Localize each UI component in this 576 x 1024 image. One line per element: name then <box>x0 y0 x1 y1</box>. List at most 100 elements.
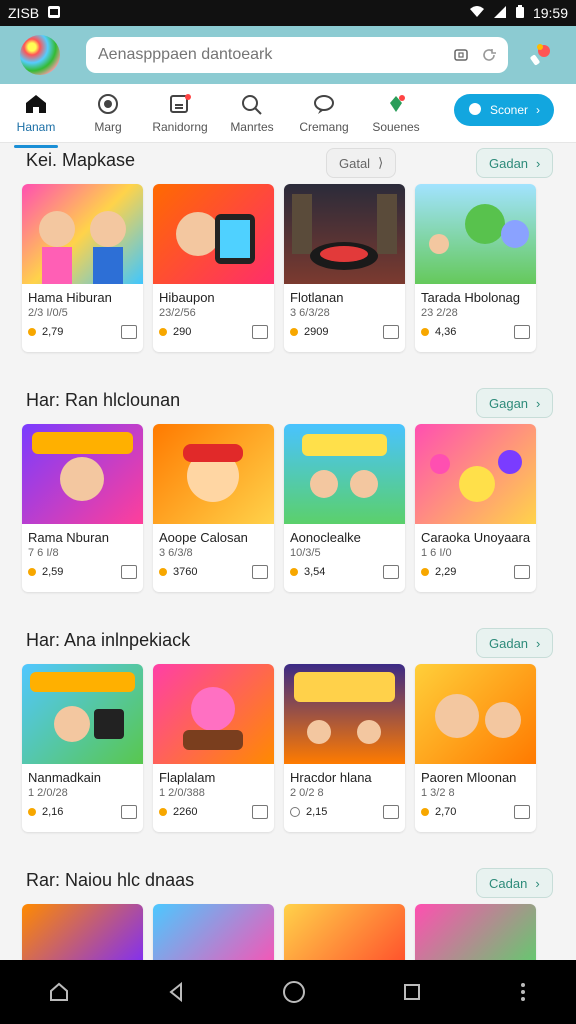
section-4: Rar: Naiou hlc dnaas Cadan › <box>0 862 576 960</box>
tab-souvenir-label: Souenes <box>372 120 420 134</box>
game-subtitle: 1 3/2 8 <box>421 787 455 799</box>
card-row <box>22 904 536 960</box>
home-nav-icon[interactable] <box>47 980 71 1004</box>
top-tabs: Hanam Marg Ranidorng Manrtes Cremang Sou… <box>0 84 576 148</box>
game-subtitle: 3 6/3/8 <box>159 547 193 559</box>
scene-button[interactable]: Sconer › <box>453 94 554 126</box>
game-value: 2,15 <box>306 806 328 818</box>
game-card[interactable]: Tarada Hbolonag 23 2/28 4,36 <box>415 184 536 352</box>
more-icon[interactable] <box>514 565 530 579</box>
info-icon[interactable] <box>383 325 399 339</box>
tab-games[interactable]: Marg <box>72 92 144 134</box>
section-title: Har: Ana inlnpekiack <box>26 630 191 650</box>
game-meta: 2909 <box>284 321 405 343</box>
info-icon[interactable] <box>383 805 399 819</box>
game-meta: 2,59 <box>22 561 143 583</box>
section-more-pill[interactable]: Gadan › <box>476 628 554 658</box>
game-thumbnail <box>415 184 536 284</box>
ranking-icon <box>168 92 192 116</box>
search-input[interactable] <box>96 45 442 65</box>
paintbrush-icon[interactable] <box>522 37 558 73</box>
game-card[interactable] <box>415 904 536 960</box>
game-thumbnail <box>22 184 143 284</box>
tab-search[interactable]: Manrtes <box>216 92 288 134</box>
game-card[interactable]: Hama Hiburan 2/3 I/0/5 2,79 <box>22 184 143 352</box>
section-filter-pill[interactable]: Gatal ⟩ <box>326 148 397 178</box>
more-icon[interactable] <box>514 805 530 819</box>
coin-icon <box>290 568 298 576</box>
pill-label: Gadan <box>489 635 529 651</box>
tab-ranking[interactable]: Ranidorng <box>144 92 216 134</box>
game-card[interactable] <box>22 904 143 960</box>
section-title: Rar: Naiou hlc dnaas <box>26 870 195 890</box>
game-thumbnail <box>153 424 274 524</box>
game-card[interactable]: Flotlanan 3 6/3/28 2909 <box>284 184 405 352</box>
info-icon[interactable] <box>252 325 268 339</box>
game-meta: 2,29 <box>415 561 536 583</box>
back-triangle-icon[interactable] <box>164 980 188 1004</box>
refresh-icon[interactable] <box>480 46 498 64</box>
info-icon[interactable] <box>514 325 530 339</box>
game-card[interactable]: Rama Nburan 7 6 I/8 2,59 <box>22 424 143 592</box>
more-dots-icon[interactable] <box>517 980 529 1004</box>
coin-icon <box>421 808 429 816</box>
game-value: 2,79 <box>42 326 64 338</box>
info-icon[interactable] <box>252 805 268 819</box>
game-card[interactable]: Aonoclealke 10/3/5 3,54 <box>284 424 405 592</box>
section-more-pill[interactable]: Gadan › <box>476 148 554 178</box>
chevron-right-icon: › <box>536 155 541 171</box>
game-card[interactable] <box>284 904 405 960</box>
game-value: 4,36 <box>435 326 457 338</box>
app-logo[interactable] <box>20 35 60 75</box>
pill-label: Cadan <box>489 875 528 891</box>
game-value: 3760 <box>173 566 198 578</box>
game-card[interactable]: Hracdor hlana 2 0/2 8 2,15 <box>284 664 405 832</box>
game-card[interactable]: Caraoka Unoyaara 1 6 I/0 2,29 <box>415 424 536 592</box>
tab-home[interactable]: Hanam <box>0 92 72 148</box>
info-icon[interactable] <box>252 565 268 579</box>
circle-icon[interactable] <box>281 979 307 1005</box>
search-bar[interactable] <box>86 37 508 73</box>
info-icon[interactable] <box>383 565 399 579</box>
pill-label: Gagan <box>489 395 529 411</box>
coin-icon <box>421 328 429 336</box>
tab-souvenir[interactable]: Souenes <box>360 92 432 134</box>
tab-chat[interactable]: Cremang <box>288 92 360 134</box>
info-icon[interactable] <box>121 565 137 579</box>
chevron-right-icon: › <box>535 875 540 891</box>
game-meta: 4,36 <box>415 321 536 343</box>
game-card[interactable]: Aoope Calosan 3 6/3/8 3760 <box>153 424 274 592</box>
game-meta: 2,15 <box>284 801 405 823</box>
game-card[interactable]: Flaplalam 1 2/0/388 2260 <box>153 664 274 832</box>
chat-icon[interactable] <box>121 805 137 819</box>
coin-icon <box>28 568 36 576</box>
game-meta: 3,54 <box>284 561 405 583</box>
game-thumbnail <box>415 424 536 524</box>
game-title: Hracdor hlana <box>290 770 372 785</box>
chevron-right-icon: › <box>536 635 541 651</box>
status-left-text: ZISB <box>8 5 40 21</box>
section-more-pill[interactable]: Cadan › <box>476 868 553 898</box>
game-card[interactable]: Nanmadkain 1 2/0/28 2,16 <box>22 664 143 832</box>
coin-icon <box>28 808 36 816</box>
game-value: 2260 <box>173 806 198 818</box>
square-icon[interactable] <box>400 980 424 1004</box>
game-card[interactable]: Paoren Mloonan 1 3/2 8 2,70 <box>415 664 536 832</box>
game-value: 3,54 <box>304 566 326 578</box>
pill-label: Gadan <box>489 155 529 171</box>
gamepad-icon <box>96 92 120 116</box>
coin-icon <box>421 568 429 576</box>
game-title: Aonoclealke <box>290 530 361 545</box>
game-meta: 3760 <box>153 561 274 583</box>
info-icon[interactable] <box>121 325 137 339</box>
section-more-pill[interactable]: Gagan › <box>476 388 554 418</box>
game-title: Flaplalam <box>159 770 216 785</box>
tab-games-label: Marg <box>94 120 122 134</box>
game-title: Hibaupon <box>159 290 215 305</box>
camera-icon[interactable] <box>452 46 470 64</box>
game-value: 290 <box>173 326 192 338</box>
game-subtitle: 1 2/0/28 <box>28 787 68 799</box>
section-1: Kei. Mapkase Gatal ⟩ Gadan › Hama Hibura… <box>0 142 576 382</box>
game-card[interactable] <box>153 904 274 960</box>
game-card[interactable]: Hibaupon 23/2/56 290 <box>153 184 274 352</box>
